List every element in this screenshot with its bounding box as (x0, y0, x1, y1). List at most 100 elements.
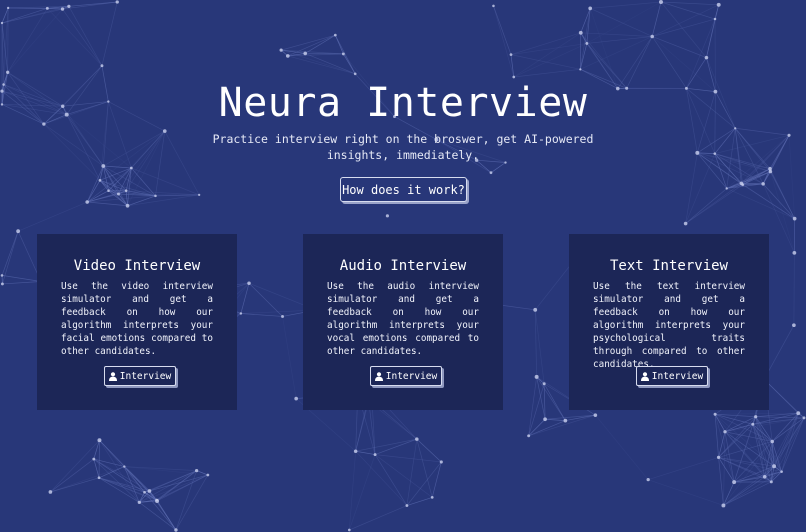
network-node (97, 476, 101, 480)
network-link (374, 438, 417, 455)
user-icon (374, 371, 383, 381)
network-node (67, 4, 71, 8)
network-node (585, 41, 589, 45)
network-node (650, 34, 655, 39)
network-node (713, 17, 717, 21)
network-link (595, 414, 649, 480)
network-link (101, 1, 118, 66)
network-node (509, 53, 513, 56)
network-node (60, 7, 65, 11)
network-node (716, 455, 721, 460)
network-link (240, 313, 283, 317)
network-link (348, 454, 376, 531)
network-link (586, 36, 653, 44)
network-node (194, 469, 199, 473)
network-node (683, 221, 688, 226)
network-node (725, 187, 728, 190)
network-link (50, 477, 100, 493)
network-link (305, 53, 356, 75)
network-link (17, 201, 88, 232)
user-icon (640, 371, 649, 381)
network-link (334, 35, 344, 55)
network-link (741, 135, 790, 184)
network-node (154, 194, 157, 198)
network-link (139, 502, 177, 531)
network-link (50, 439, 100, 493)
network-node (593, 413, 598, 417)
network-node (124, 189, 128, 192)
network-node (646, 478, 650, 482)
network-node (373, 453, 377, 457)
text-interview-button[interactable]: Interview (636, 366, 708, 386)
network-node (239, 312, 243, 315)
network-link (580, 32, 653, 37)
card-description: Use the audio interview simulator and ge… (327, 281, 479, 357)
network-node (206, 473, 210, 477)
audio-interview-button[interactable]: Interview (370, 366, 442, 386)
network-link (734, 128, 742, 184)
network-link (726, 188, 795, 219)
network-link (99, 180, 119, 195)
network-link (648, 479, 724, 506)
network-node (542, 382, 546, 386)
network-link (156, 470, 197, 502)
network-node (543, 417, 547, 422)
network-link (144, 470, 197, 493)
network-link (493, 5, 512, 55)
network-link (490, 162, 506, 173)
network-node (796, 411, 801, 416)
network-link (1, 275, 42, 282)
network-node (125, 203, 130, 208)
network-link (660, 1, 707, 58)
network-node (533, 307, 538, 312)
network-node (0, 274, 4, 277)
network-link (43, 123, 101, 181)
network-link (131, 167, 200, 196)
video-interview-card: Video Interview Use the video interview … (37, 234, 237, 410)
network-link (685, 188, 727, 224)
network-link (723, 481, 772, 506)
network-link (144, 474, 208, 493)
user-icon (108, 371, 117, 381)
network-node (739, 181, 744, 186)
network-link (651, 1, 662, 37)
network-link (788, 135, 795, 219)
network-link (50, 466, 125, 493)
network-link (334, 35, 356, 75)
network-link (543, 383, 566, 421)
network-link (125, 130, 166, 191)
network-link (770, 413, 799, 482)
network-link (1, 231, 19, 276)
network-node (129, 166, 133, 170)
network-link (349, 505, 408, 531)
network-link (118, 130, 166, 195)
network-node (116, 192, 120, 196)
network-node (588, 6, 593, 11)
card-title: Text Interview (609, 258, 728, 274)
network-node (534, 374, 539, 379)
how-does-it-work-button[interactable]: How does it work? (340, 177, 467, 202)
network-node (115, 0, 119, 4)
network-link (99, 439, 125, 467)
network-node (770, 439, 775, 444)
network-link (139, 470, 197, 503)
video-interview-button[interactable]: Interview (104, 366, 176, 386)
network-link (50, 458, 95, 493)
network-node (787, 133, 791, 137)
network-link (770, 171, 795, 253)
network-node (281, 315, 284, 318)
network-link (528, 420, 566, 437)
network-link (545, 418, 566, 421)
network-link (493, 5, 515, 78)
network-node (147, 489, 152, 493)
network-link (127, 194, 200, 207)
network-link (305, 34, 336, 54)
network-node (341, 52, 345, 56)
network-link (374, 454, 433, 498)
network-node (780, 470, 783, 474)
network-node (155, 498, 160, 503)
network-node (578, 30, 583, 35)
network-link (416, 438, 442, 463)
network-node (415, 437, 419, 441)
network-link (510, 54, 515, 78)
